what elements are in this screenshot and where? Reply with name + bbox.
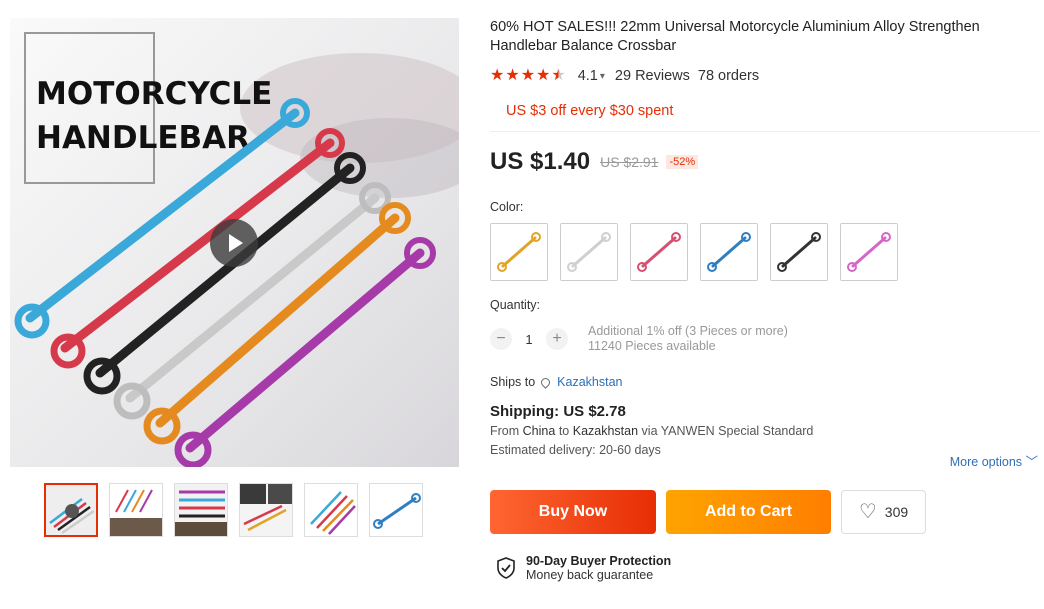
color-swatch-1[interactable] [490, 223, 548, 281]
ship-from-country: China [522, 424, 556, 438]
ship-to-country: Kazakhstan [572, 424, 639, 438]
action-buttons: Buy Now Add to Cart ♡ 309 [490, 490, 1040, 534]
original-price: US $2.91 [600, 154, 659, 170]
color-swatch-4[interactable] [700, 223, 758, 281]
add-to-cart-button[interactable]: Add to Cart [666, 490, 831, 534]
thumbnail-2[interactable] [109, 483, 163, 537]
quantity-stepper: − 1 + Additional 1% off (3 Pieces or mor… [490, 324, 1040, 354]
thumbnail-image [305, 484, 357, 536]
bulk-discount-text: Additional 1% off (3 Pieces or more) [588, 324, 788, 338]
banner-line2: HANDLEBAR [36, 120, 250, 156]
swatch-handlebar-image [567, 232, 611, 272]
protection-subtitle[interactable]: Money back guarantee [526, 568, 671, 582]
orders-count: 78 orders [697, 68, 760, 84]
rating-row: ★ ★ ★ ★ ★ 4.1 ▾ 29 Reviews 78 orders [490, 66, 1040, 86]
color-swatch-3[interactable] [630, 223, 688, 281]
thumbnail-4[interactable] [239, 483, 293, 537]
rating-stars: ★ ★ ★ ★ ★ [490, 68, 566, 84]
play-video-button[interactable] [210, 219, 258, 267]
current-price: US $1.40 [490, 148, 591, 175]
thumbnail-image [175, 484, 227, 536]
more-options-link[interactable]: More options ﹀ [950, 451, 1038, 470]
thumbnail-image [110, 484, 162, 536]
thumbnail-image [370, 484, 422, 536]
ships-to-country[interactable]: Kazakhstan [557, 375, 622, 389]
swatch-handlebar-image [637, 232, 681, 272]
shield-check-icon [497, 557, 515, 579]
rating-value[interactable]: 4.1 [578, 68, 598, 84]
color-swatch-2[interactable] [560, 223, 618, 281]
color-swatches [490, 223, 1040, 281]
banner-line1: MOTORCYCLE [36, 76, 272, 112]
thumbnail-1[interactable] [44, 483, 98, 537]
quantity-value[interactable]: 1 [512, 332, 546, 347]
thumbnail-image [46, 485, 96, 535]
product-gallery: MOTORCYCLE HANDLEBAR [10, 18, 459, 537]
half-star-icon: ★ [551, 67, 566, 84]
wishlist-button[interactable]: ♡ 309 [841, 490, 926, 534]
thumbnail-5[interactable] [304, 483, 358, 537]
swatch-handlebar-image [497, 232, 541, 272]
estimated-delivery: Estimated delivery: 20-60 days [490, 443, 661, 457]
star-icon: ★ [490, 67, 505, 84]
main-product-image[interactable]: MOTORCYCLE HANDLEBAR [10, 18, 459, 467]
quantity-info: Additional 1% off (3 Pieces or more) 112… [588, 324, 788, 354]
shipping-cost: Shipping: US $2.78 [490, 403, 626, 420]
quantity-label: Quantity: [490, 298, 541, 312]
decrease-quantity-button[interactable]: − [490, 328, 512, 350]
wishlist-count: 309 [884, 504, 909, 520]
to-label: to [558, 424, 570, 438]
increase-quantity-button[interactable]: + [546, 328, 568, 350]
buyer-protection: 90-Day Buyer Protection Money back guara… [496, 554, 1040, 582]
heart-icon: ♡ [858, 501, 877, 523]
thumbnail-6[interactable] [369, 483, 423, 537]
swatch-handlebar-image [777, 232, 821, 272]
color-swatch-6[interactable] [840, 223, 898, 281]
swatch-handlebar-image [707, 232, 751, 272]
thumbnail-strip [44, 483, 459, 537]
shipping-route: From China to Kazakhstan via YANWEN Spec… [490, 424, 1040, 438]
from-label: From [490, 424, 520, 438]
buy-now-button[interactable]: Buy Now [490, 490, 656, 534]
star-icon: ★ [536, 67, 551, 84]
thumbnail-image [240, 484, 292, 536]
coupon-text[interactable]: US $3 off every $30 spent [506, 103, 1040, 119]
delivery-row: Estimated delivery: 20-60 days More opti… [490, 443, 1040, 470]
discount-badge: -52% [666, 155, 699, 169]
color-swatch-5[interactable] [770, 223, 828, 281]
divider [490, 131, 1040, 132]
price-row: US $1.40 US $2.91 -52% [490, 148, 1040, 176]
shipping-method: via YANWEN Special Standard [641, 424, 814, 438]
swatch-handlebar-image [847, 232, 891, 272]
ships-to-label: Ships to [490, 375, 536, 389]
star-icon: ★ [505, 67, 520, 84]
stock-available-text: 11240 Pieces available [588, 339, 716, 353]
product-info: 60% HOT SALES!!! 22mm Universal Motorcyc… [490, 18, 1040, 582]
product-title: 60% HOT SALES!!! 22mm Universal Motorcyc… [490, 19, 980, 54]
chevron-down-icon[interactable]: ▾ [600, 71, 605, 82]
thumbnail-3[interactable] [174, 483, 228, 537]
reviews-link[interactable]: 29 Reviews [615, 68, 690, 84]
location-pin-icon [539, 375, 553, 389]
star-icon: ★ [520, 67, 536, 84]
color-label: Color: [490, 200, 524, 214]
protection-title: 90-Day Buyer Protection [526, 554, 672, 568]
ships-to-row: Ships to Kazakhstan [490, 375, 1040, 389]
